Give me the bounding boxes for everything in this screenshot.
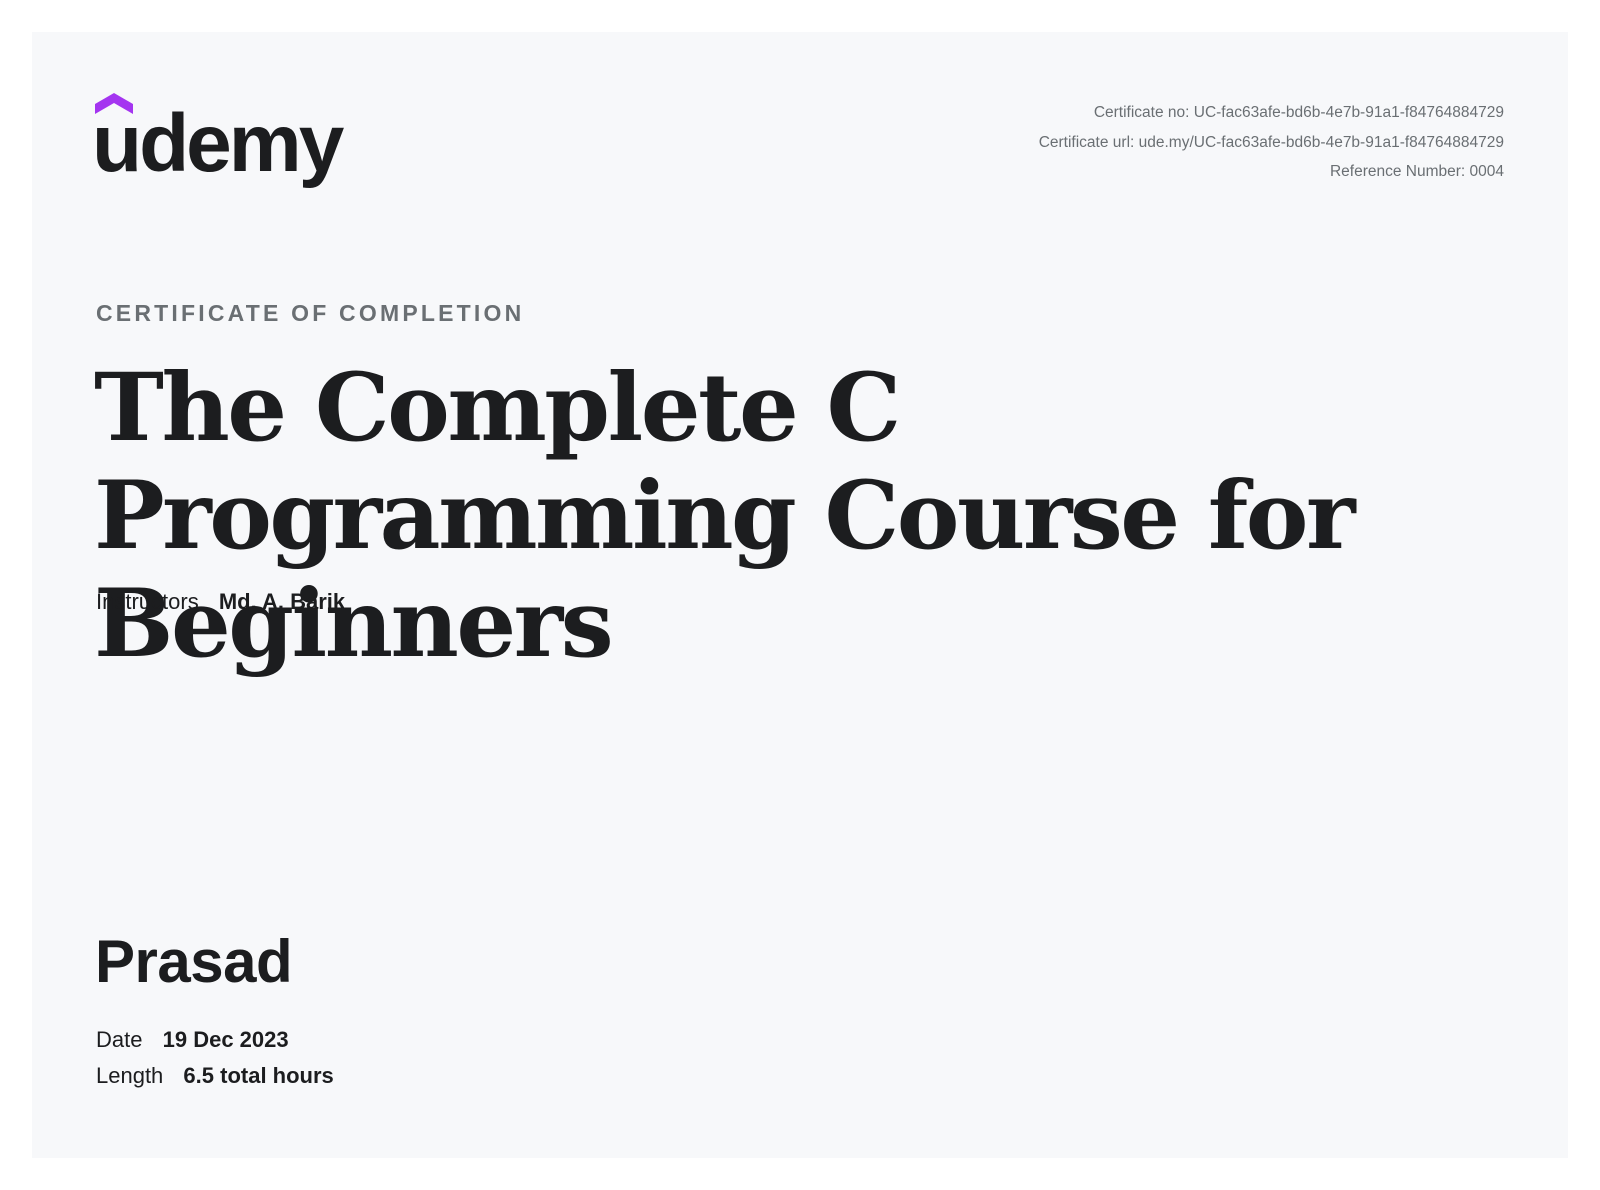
reference-number: Reference Number: 0004 (1329, 163, 1504, 180)
course-title: The Complete C Programming Course for Be… (94, 353, 1355, 679)
date-value: 19 Dec 2023 (162, 1027, 289, 1052)
certificate-meta: Certificate no: UC-fac63afe-bd6b-4e7b-91… (1039, 98, 1504, 187)
certificate-url: Certificate url: ude.my/UC-fac63afe-bd6b… (1038, 133, 1504, 151)
recipient-name: Prasad (95, 928, 293, 995)
instructor-name: Md. A. Barik (218, 589, 346, 614)
logo-wordmark: udemy (95, 98, 345, 189)
udemy-logo: udemy (95, 93, 355, 193)
instructors-row: Instructors Md. A. Barik (96, 589, 345, 615)
date-label: Date (96, 1027, 143, 1052)
certificate-heading: CERTIFICATE OF COMPLETION (96, 300, 525, 326)
instructors-label: Instructors (96, 589, 199, 614)
certificate-number: Certificate no: UC-fac63afe-bd6b-4e7b-91… (1093, 104, 1504, 121)
length-label: Length (96, 1063, 164, 1088)
length-row: Length 6.5 total hours (96, 1063, 334, 1089)
date-row: Date 19 Dec 2023 (96, 1027, 289, 1053)
certificate-card: udemy Certificate no: UC-fac63afe-bd6b-4… (32, 32, 1568, 1158)
udemy-logo-icon: udemy (95, 93, 348, 189)
length-value: 6.5 total hours (183, 1063, 334, 1088)
